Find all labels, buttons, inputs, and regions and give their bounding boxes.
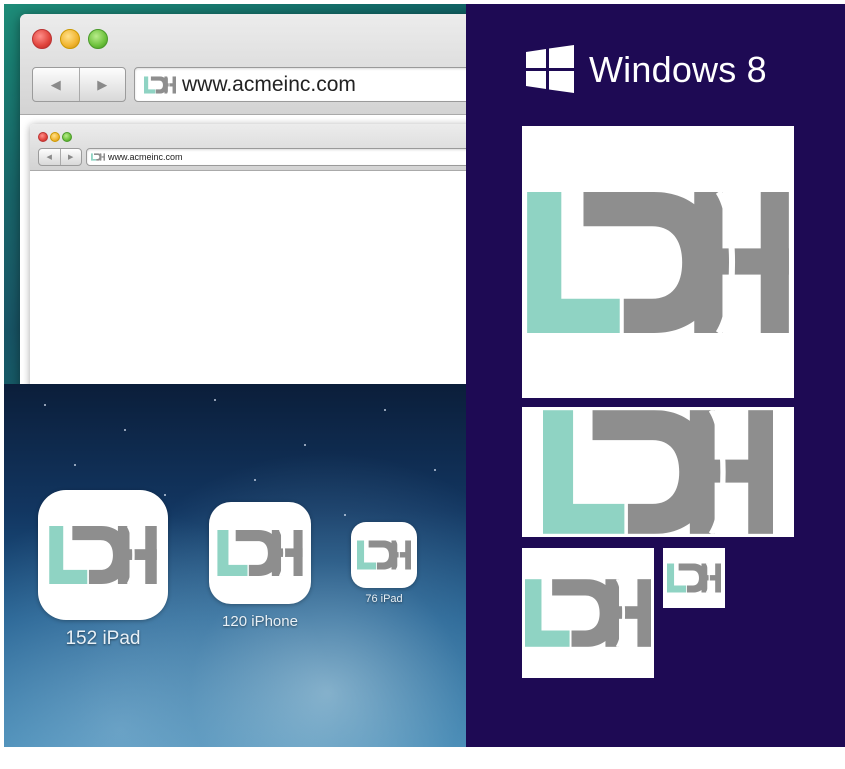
zoom-window-button[interactable] — [88, 29, 108, 49]
star-decoration — [44, 404, 46, 406]
app-icon-76-ipad[interactable] — [351, 522, 417, 588]
star-decoration — [164, 494, 166, 496]
mini-minimize-button[interactable] — [50, 132, 60, 142]
mini-browser-window: ◀ ▶ www.acmeinc.com — [30, 124, 466, 384]
medium-tile[interactable] — [522, 548, 654, 678]
mac-browser-panel: ◀ ▶ www.acmeinc.com ◀ ▶ www.acmeinc.com — [4, 4, 466, 384]
ios-home-panel: 152 iPad 120 iPhone 76 iPad — [4, 384, 466, 747]
star-decoration — [124, 429, 126, 431]
star-decoration — [214, 399, 216, 401]
mini-zoom-button[interactable] — [62, 132, 72, 142]
minimize-window-button[interactable] — [60, 29, 80, 49]
windows-title: Windows 8 — [589, 49, 767, 90]
windows8-panel: Windows 8 — [466, 4, 845, 747]
app-icon-152-ipad[interactable] — [38, 490, 168, 620]
mini-close-button[interactable] — [38, 132, 48, 142]
small-tile[interactable] — [663, 548, 725, 608]
ldh-logo-icon — [527, 192, 789, 333]
ldh-logo-icon — [525, 579, 651, 647]
mini-site-favicon-icon — [91, 153, 105, 161]
ldh-logo-icon — [543, 410, 773, 534]
star-decoration — [74, 464, 76, 466]
mac-browser-toolbar: ◀ ▶ www.acmeinc.com — [20, 14, 466, 115]
app-icon-120-iphone[interactable] — [209, 502, 311, 604]
app-icon-label: 76 iPad — [365, 593, 403, 605]
nav-buttons: ◀ ▶ — [32, 67, 126, 102]
close-window-button[interactable] — [32, 29, 52, 49]
app-icon-label: 120 iPhone — [222, 613, 298, 630]
mini-address-bar[interactable]: www.acmeinc.com — [86, 148, 466, 166]
mini-address-url-text: www.acmeinc.com — [108, 152, 183, 162]
address-url-text: www.acmeinc.com — [182, 72, 356, 96]
star-decoration — [344, 514, 346, 516]
large-square-tile[interactable] — [522, 126, 794, 398]
mini-forward-button[interactable]: ▶ — [61, 149, 82, 165]
site-favicon-icon — [144, 76, 176, 94]
app-icon-label: 152 iPad — [65, 628, 141, 649]
ldh-logo-icon — [357, 540, 411, 570]
star-decoration — [434, 469, 436, 471]
address-bar[interactable]: www.acmeinc.com — [134, 67, 466, 102]
mini-browser-toolbar: ◀ ▶ www.acmeinc.com — [30, 124, 466, 171]
star-decoration — [304, 444, 306, 446]
star-decoration — [254, 479, 256, 481]
wide-tile[interactable] — [522, 407, 794, 537]
ldh-logo-icon — [217, 530, 303, 576]
mini-back-button[interactable]: ◀ — [39, 149, 61, 165]
back-button[interactable]: ◀ — [33, 68, 80, 101]
star-decoration — [384, 409, 386, 411]
forward-button[interactable]: ▶ — [80, 68, 126, 101]
windows-logo-icon — [526, 45, 574, 93]
ldh-logo-icon — [49, 526, 157, 584]
ldh-logo-icon — [667, 563, 721, 593]
mini-nav-buttons: ◀ ▶ — [38, 148, 82, 166]
